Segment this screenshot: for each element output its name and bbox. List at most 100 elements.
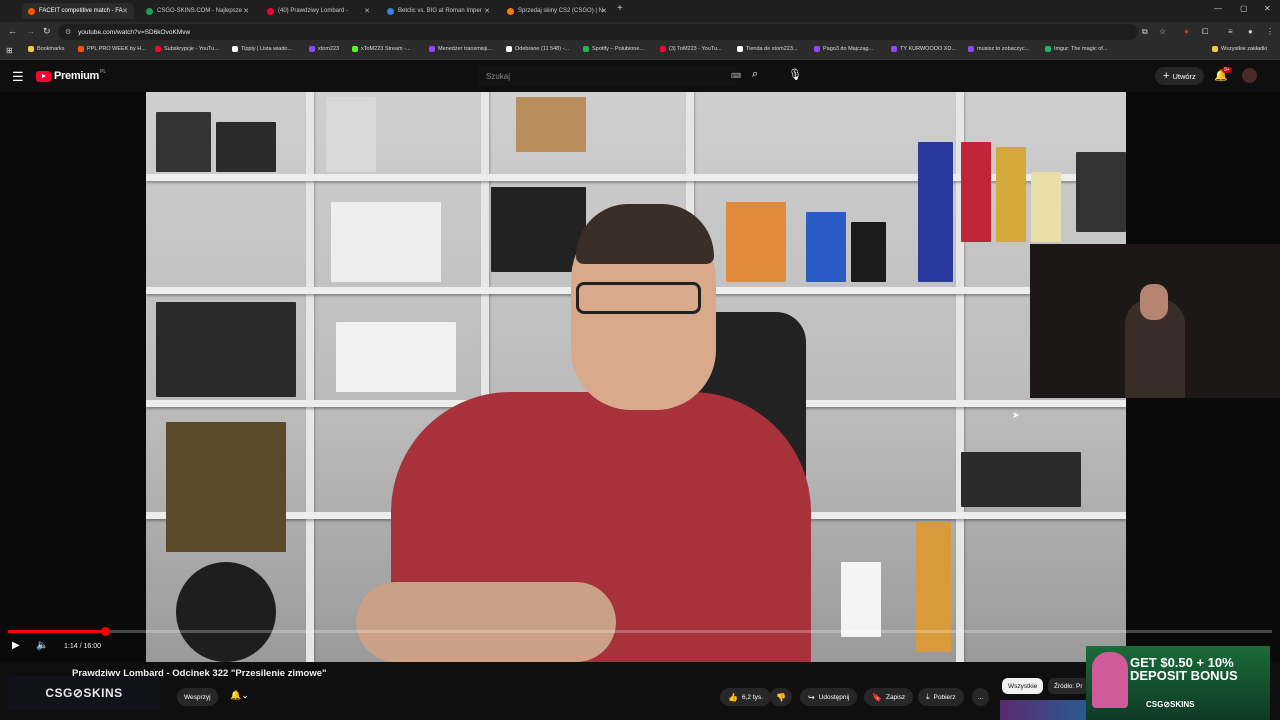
close-icon[interactable]: ✕ [484,7,490,15]
video-player[interactable]: ➤ ▶ 🔈 1:14 / 16:00 [0,92,1280,662]
download-button[interactable]: ⤓ Pobierz [918,688,964,706]
twitch-favicon-icon [309,46,315,52]
all-bookmarks[interactable]: Wszystkie zakładki [1212,46,1267,52]
create-button[interactable]: + Utwórz [1155,67,1204,85]
profile-icon[interactable]: ● [1248,27,1253,36]
recommended-thumbnail[interactable] [1000,700,1086,720]
close-icon[interactable]: ✕ [243,7,249,15]
kick-favicon-icon [352,46,358,52]
search-input[interactable] [478,66,736,86]
close-icon[interactable]: ✕ [122,7,128,15]
minimize-icon[interactable]: — [1214,4,1222,13]
faceit-favicon-icon [28,7,35,15]
chip-all[interactable]: Wszystkie [1002,678,1044,694]
volume-icon[interactable]: 🔈 [36,640,48,651]
address-bar[interactable]: ⚙ youtube.com/watch?v=SD6kOvoKMvw [58,24,1138,40]
dislike-button[interactable]: 👎 [770,688,792,706]
close-window-icon[interactable]: ✕ [1264,4,1271,13]
search-icon[interactable]: ⌕ [752,68,758,81]
like-button[interactable]: 👍 6,2 tys. [720,688,771,706]
save-button[interactable]: 🔖 Zapisz [864,688,914,706]
menu-icon[interactable]: ⋮ [1266,27,1274,36]
chip-label: Źródło: Pr [1054,682,1083,690]
subscribe-bell-icon[interactable]: 🔔⌄ [230,690,249,701]
microphone-icon[interactable]: 🎙 [788,68,802,81]
box [996,147,1026,242]
more-actions-button[interactable]: ... [972,688,990,706]
bookmark-item[interactable]: musisz to zobaczyc... [968,46,1029,52]
join-label: Wesprzyj [184,693,211,701]
scrubber-knob[interactable] [100,627,110,636]
avatar[interactable] [1242,68,1257,83]
hltv-favicon-icon [387,7,394,15]
reload-icon[interactable]: ↻ [43,26,51,37]
play-icon[interactable]: ▶ [12,640,20,651]
close-icon[interactable]: ✕ [601,7,607,15]
browser-tab-betclic[interactable]: Betclic vs. BIG at Roman Imper ✕ [381,3,496,19]
close-icon[interactable]: ✕ [364,7,370,15]
bookmark-item[interactable]: Bookmarks [28,46,65,52]
bookmark-item[interactable]: xToM223 Stream -... [352,46,411,52]
youtube-favicon-icon [155,46,161,52]
bookmark-item[interactable]: Pago3 do Majcząg... [814,46,873,52]
bookmark-item[interactable]: Odebrane (11 548) -... [506,46,569,52]
chip-source[interactable]: Źródło: Pr [1048,678,1089,694]
youtube-header: ☰ Premium PL ⌨ ⌕ 🎙 + Utwórz 🔔 9+ [0,60,1280,92]
bookmark-item[interactable]: xtom223 [309,46,339,52]
twitch-favicon-icon [429,46,435,52]
keyboard-icon[interactable]: ⌨ [731,72,741,80]
tab-label: CSGO-SKINS.COM - Najlepsze [157,8,243,14]
box [336,322,456,392]
box [961,142,991,242]
box [851,222,886,282]
twitch-favicon-icon [968,46,974,52]
youtube-premium-logo[interactable]: Premium PL [36,69,107,82]
bookmark-item[interactable]: TY KURWOOOO XD... [891,46,956,52]
media-icon[interactable]: ≡ [1228,27,1233,36]
bookmark-item[interactable]: Tienda de xtom223... [737,46,797,52]
bookmark-item[interactable]: (3) ToM223 - YouTu... [660,46,722,52]
bookmark-item[interactable]: Menedżer transmisji... [429,46,492,52]
bookmark-star-icon[interactable]: ☆ [1159,27,1166,36]
box [331,202,441,282]
share-button[interactable]: ↪ Udostępnij [800,688,858,706]
site-info-icon[interactable]: ⚙ [65,28,71,36]
bookmark-item[interactable]: Tipply | Lista wiado... [232,46,292,52]
country-code: PL [99,69,107,75]
download-icon: ⤓ [926,692,930,701]
channel-logo[interactable]: CSG⊘SKINS [8,676,160,710]
browser-tab-faceit[interactable]: FACEIT competitive match - FA ✕ [22,3,134,19]
extensions-puzzle-icon[interactable]: ⧠ [1202,27,1208,37]
sponsor-overlay-ad: GET $0.50 + 10% DEPOSIT BONUS CSG⊘SKINS [1086,646,1270,720]
apps-grid-icon[interactable]: ⊞ [6,46,13,55]
ad-brand: CSG⊘SKINS [1146,700,1195,709]
back-icon[interactable]: ← [8,26,17,36]
bookmark-item[interactable]: Subskrypcje - YouTu... [155,46,219,52]
bookmark-item[interactable]: Spotify – Polubione... [583,46,644,52]
new-tab-button[interactable]: + [617,3,623,14]
extension-icon[interactable]: ● [1184,27,1189,36]
logo-text: Premium [54,70,99,82]
tab-label: (40) Prawdziwy Lombard - [278,8,349,14]
tab-label: Sprzedaj skiny CS2 (CSGO) | N [518,8,603,14]
compressor [166,422,286,552]
gmail-favicon-icon [506,46,512,52]
bookmark-item[interactable]: PPL PRO WEEK by H... [78,46,146,52]
bookmark-item[interactable]: Imgur: The magic of... [1045,46,1107,52]
maximize-icon[interactable]: ▢ [1240,4,1248,13]
progress-bar[interactable] [8,627,1272,636]
cast-icon[interactable]: ⧉ [1142,27,1148,37]
box [1076,152,1126,232]
browser-tab-csgo-skins[interactable]: CSGO-SKINS.COM - Najlepsze ✕ [140,3,255,19]
share-label: Udostępnij [818,693,850,701]
thumbs-down-icon: 👎 [776,692,786,702]
twitch-favicon-icon [814,46,820,52]
join-button[interactable]: Wesprzyj [177,688,218,706]
browser-tab-sprzedaj[interactable]: Sprzedaj skiny CS2 (CSGO) | N ✕ [501,3,613,19]
menu-hamburger-icon[interactable]: ☰ [12,69,24,85]
folder-icon [1212,46,1218,52]
video-frame [146,92,1126,662]
browser-tab-youtube[interactable]: (40) Prawdziwy Lombard - ✕ [261,3,376,19]
forward-icon[interactable]: → [26,26,35,36]
bookmark-label: PPL PRO WEEK by H... [87,46,146,52]
